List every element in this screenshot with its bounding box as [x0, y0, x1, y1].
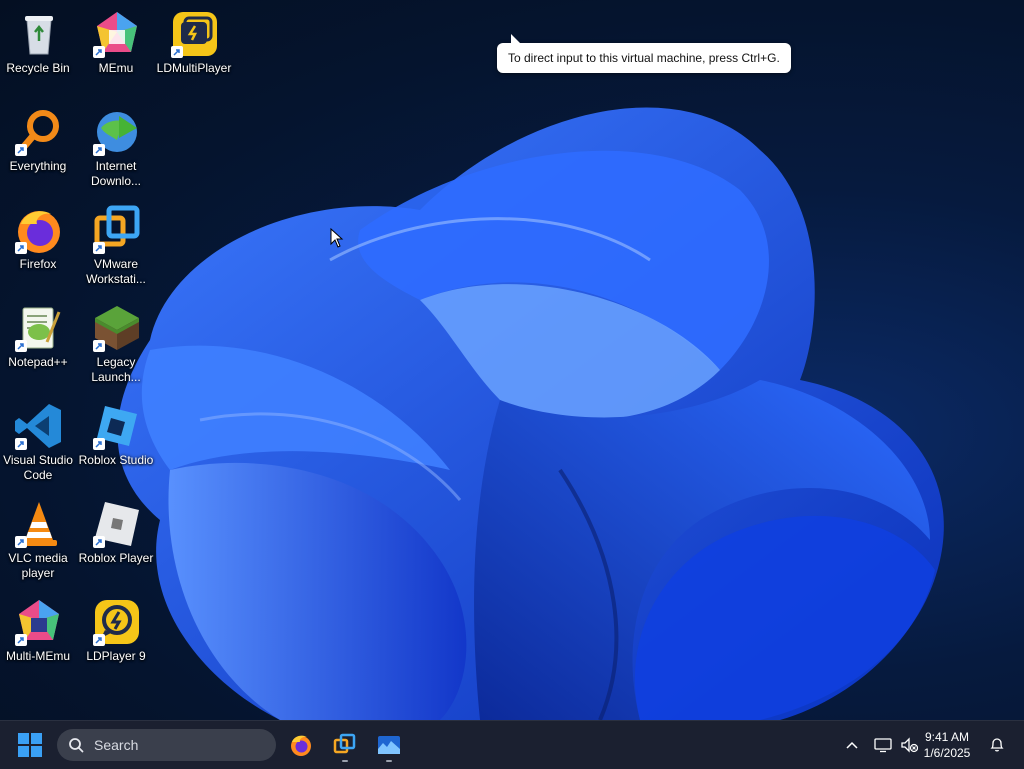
ldplayer-icon [91, 596, 143, 648]
vmware-icon [91, 204, 143, 256]
shortcut-arrow-icon [15, 438, 27, 450]
desktop-icon-label: Everything [9, 159, 67, 173]
desktop-icon-label: MEmu [98, 61, 134, 75]
desktop-icon-label: Multi-MEmu [5, 649, 70, 663]
mouse-pointer-icon [330, 228, 344, 248]
desktop: Recycle Bin Everything Firefox Notepad++ [0, 0, 1024, 720]
shortcut-arrow-icon [93, 46, 105, 58]
roblox-studio-shortcut[interactable]: Roblox Studio [78, 396, 156, 486]
recycle-bin-shortcut[interactable]: Recycle Bin [0, 4, 78, 94]
running-indicator [342, 760, 348, 762]
roblox-player-shortcut[interactable]: Roblox Player [78, 494, 156, 584]
desktop-icon-label: Recycle Bin [6, 61, 70, 75]
windows-logo-icon [18, 733, 42, 757]
vscode-icon [13, 400, 65, 452]
recycle-bin-icon [13, 8, 65, 60]
taskbar-wallpaper-app[interactable] [374, 729, 404, 762]
network-icon [874, 738, 892, 753]
firefox-icon [291, 735, 311, 756]
taskbar-firefox[interactable] [286, 729, 316, 761]
notifications-button[interactable] [986, 721, 1008, 769]
vscode-shortcut[interactable]: Visual Studio Code [0, 396, 78, 486]
clock-date: 1/6/2025 [923, 746, 971, 760]
memu-icon [91, 8, 143, 60]
shortcut-arrow-icon [15, 536, 27, 548]
desktop-icon-label: VMware Workstati... [86, 257, 146, 286]
shortcut-arrow-icon [93, 438, 105, 450]
ldmultiplayer-shortcut[interactable]: LDMultiPlayer [156, 4, 234, 94]
multi-memu-icon [13, 596, 65, 648]
chevron-up-icon [846, 741, 858, 749]
vmware-workstation-shortcut[interactable]: VMware Workstati... [78, 200, 156, 290]
taskbar-vmware[interactable] [330, 729, 360, 762]
vmware-icon [333, 733, 356, 754]
desktop-icon-label: Firefox [19, 257, 57, 271]
shortcut-arrow-icon [93, 340, 105, 352]
shortcut-arrow-icon [93, 144, 105, 156]
running-indicator [386, 760, 392, 762]
shortcut-arrow-icon [15, 340, 27, 352]
taskbar: Search 9:41 AM 1/6/2025 [0, 720, 1024, 769]
clock-time: 9:41 AM [924, 730, 970, 744]
bell-icon [990, 738, 1004, 752]
firefox-shortcut[interactable]: Firefox [0, 200, 78, 290]
shortcut-arrow-icon [93, 634, 105, 646]
roblox-icon [91, 498, 143, 550]
ldmultiplayer-icon [169, 8, 221, 60]
vm-input-tooltip: To direct input to this virtual machine,… [497, 34, 791, 73]
desktop-icon-label: VLC media player [8, 551, 68, 580]
memu-shortcut[interactable]: MEmu [78, 4, 156, 94]
clock[interactable]: 9:41 AM 1/6/2025 [912, 729, 982, 761]
magnifier-icon [13, 106, 65, 158]
shortcut-arrow-icon [15, 242, 27, 254]
ldplayer-9-shortcut[interactable]: LDPlayer 9 [78, 592, 156, 682]
desktop-icon-label: Roblox Studio [78, 453, 154, 467]
vlc-shortcut[interactable]: VLC media player [0, 494, 78, 584]
wallpaper-app-icon [378, 736, 400, 754]
taskbar-search-box[interactable]: Search [57, 729, 276, 761]
shortcut-arrow-icon [93, 242, 105, 254]
shortcut-arrow-icon [93, 536, 105, 548]
desktop-icon-label: LDMultiPlayer [156, 61, 232, 75]
legacy-launcher-shortcut[interactable]: Legacy Launch... [78, 298, 156, 388]
desktop-icon-label: Roblox Player [78, 551, 154, 565]
notepad-plus-plus-icon [13, 302, 65, 354]
desktop-icon-label: Internet Downlo... [90, 159, 142, 188]
desktop-icon-label: LDPlayer 9 [86, 649, 146, 663]
grass-block-icon [91, 302, 143, 354]
vlc-cone-icon [13, 498, 65, 550]
internet-download-manager-shortcut[interactable]: Internet Downlo... [78, 102, 156, 192]
desktop-icon-label: Notepad++ [8, 355, 68, 369]
internet-download-manager-icon [91, 106, 143, 158]
network-status-button[interactable] [872, 721, 894, 769]
multi-memu-shortcut[interactable]: Multi-MEmu [0, 592, 78, 682]
search-icon [69, 738, 84, 753]
roblox-studio-icon [91, 400, 143, 452]
search-placeholder: Search [94, 737, 139, 753]
desktop-icon-label: Legacy Launch... [91, 355, 141, 384]
shortcut-arrow-icon [15, 144, 27, 156]
desktop-icon-label: Visual Studio Code [3, 453, 73, 482]
show-hidden-icons-button[interactable] [840, 721, 864, 769]
shortcut-arrow-icon [15, 634, 27, 646]
start-button[interactable] [17, 732, 43, 758]
shortcut-arrow-icon [171, 46, 183, 58]
firefox-icon [13, 204, 65, 256]
everything-shortcut[interactable]: Everything [0, 102, 78, 192]
notepad-plus-plus-shortcut[interactable]: Notepad++ [0, 298, 78, 388]
